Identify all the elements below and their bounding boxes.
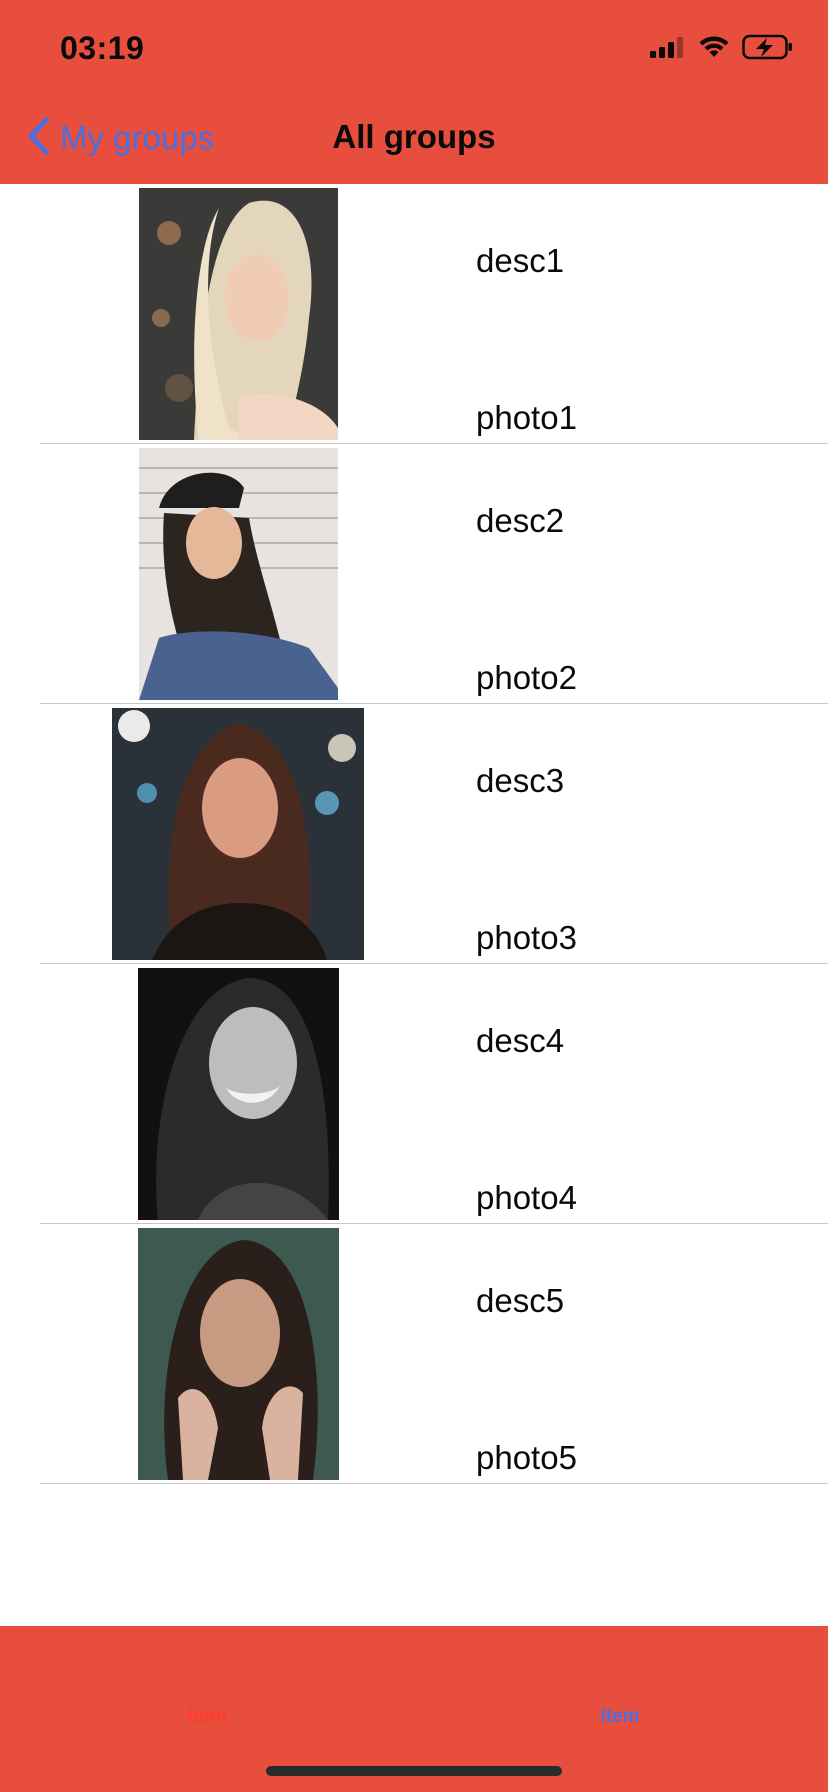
photo-thumbnail: [138, 1228, 339, 1480]
row-separator: [40, 1483, 828, 1484]
photo-thumbnail: [139, 448, 338, 700]
status-bar: 03:19: [0, 0, 828, 92]
status-icons: [650, 34, 794, 64]
list-item[interactable]: desc2 photo2: [0, 444, 828, 704]
photo-thumbnail: [112, 708, 364, 960]
tab-item-first[interactable]: Item: [147, 1706, 267, 1728]
row-title: photo1: [476, 399, 577, 436]
home-indicator: [266, 1766, 562, 1776]
photo-thumbnail: [138, 968, 339, 1220]
list-item[interactable]: desc3 photo3: [0, 704, 828, 964]
photo-thumbnail: [139, 188, 338, 440]
row-description: desc2: [476, 502, 565, 539]
row-title: photo2: [476, 659, 577, 696]
wifi-icon: [698, 35, 730, 64]
row-description: desc3: [476, 762, 565, 799]
groups-list: desc1 photo1 desc2 photo2 desc3 photo3 d…: [0, 184, 828, 1484]
row-description: desc5: [476, 1282, 565, 1319]
row-description: desc4: [476, 1022, 565, 1059]
row-title: photo5: [476, 1439, 577, 1476]
row-title: photo4: [476, 1179, 577, 1216]
tab-item-second[interactable]: Item: [560, 1706, 680, 1728]
cellular-signal-icon: [650, 36, 686, 63]
navigation-bar: My groups All groups: [0, 92, 828, 184]
page-title: All groups: [332, 118, 496, 155]
list-item[interactable]: desc4 photo4: [0, 964, 828, 1224]
list-item[interactable]: desc5 photo5: [0, 1224, 828, 1484]
row-description: desc1: [476, 242, 565, 279]
row-title: photo3: [476, 919, 577, 956]
battery-charging-icon: [742, 34, 794, 65]
list-item[interactable]: desc1 photo1: [0, 184, 828, 444]
status-time: 03:19: [60, 30, 145, 66]
